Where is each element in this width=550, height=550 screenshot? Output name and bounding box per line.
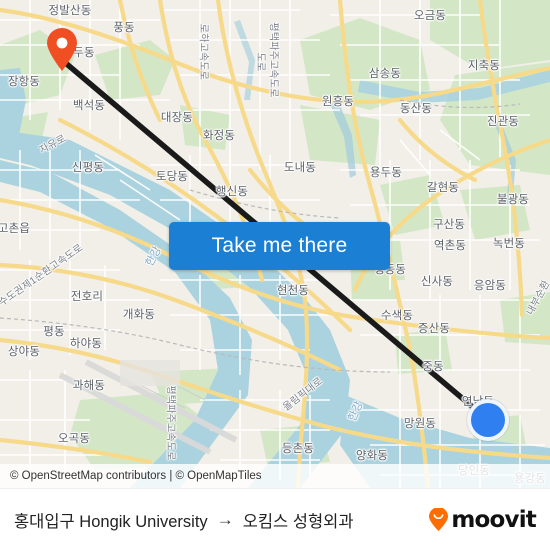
route-summary: 홍대입구 Hongik University → 오킴스 성형외과	[14, 508, 428, 532]
moovit-pin-logo-icon	[429, 507, 449, 531]
moovit-wordmark: moovit	[451, 506, 536, 533]
attribution-text: © OpenStreetMap contributors | © OpenMap…	[10, 470, 262, 482]
route-destination-label: 오킴스 성형외과	[242, 512, 354, 531]
origin-map-pin-icon[interactable]	[45, 28, 79, 72]
route-origin-label: 홍대입구 Hongik University	[14, 512, 208, 531]
map-viewport[interactable]: 정발산동 풍동 오금동 지축동 삼송동 두동 장항동 원흥동 동산동 진관동 백석동 대장동 화정동 용두…	[0, 0, 550, 488]
take-me-there-button[interactable]: Take me there	[169, 222, 390, 270]
destination-dot-icon[interactable]	[467, 399, 509, 441]
map-attribution: © OpenStreetMap contributors | © OpenMap…	[0, 464, 550, 488]
footer-bar: 홍대입구 Hongik University → 오킴스 성형외과 moovit	[0, 488, 550, 550]
moovit-logo[interactable]: moovit	[428, 506, 537, 533]
moovit-route-map-screen: 정발산동 풍동 오금동 지축동 삼송동 두동 장항동 원흥동 동산동 진관동 백석동 대장동 화정동 용두…	[0, 0, 550, 550]
arrow-right-icon: →	[216, 509, 234, 529]
